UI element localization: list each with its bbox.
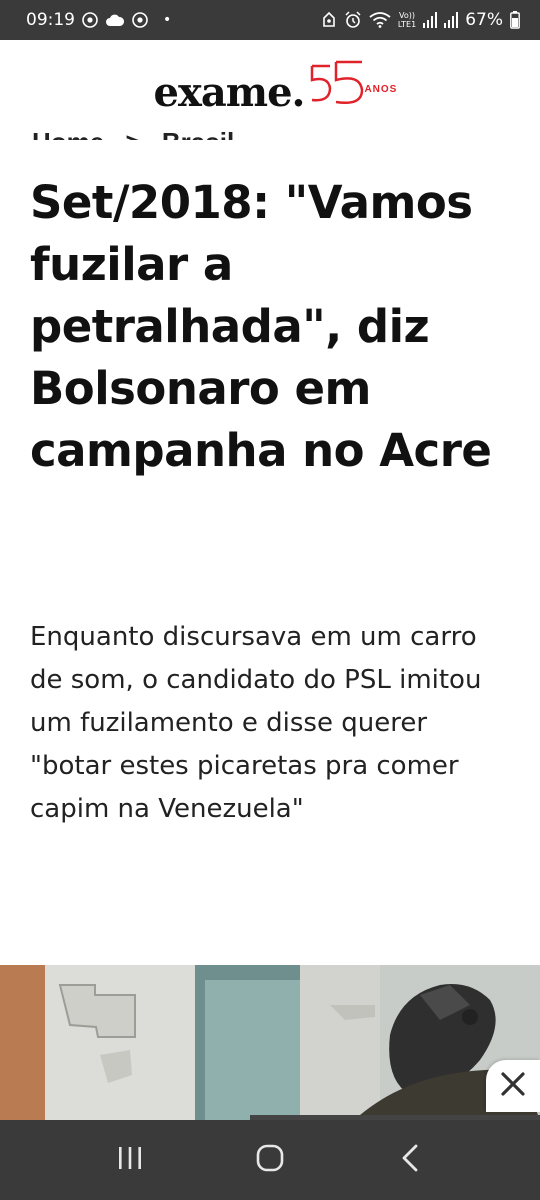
anniversary-label: ANOS: [364, 84, 398, 95]
article-subtitle: Enquanto discursava em um carro de som, …: [30, 622, 482, 824]
article-headline: Set/2018: "Vamos fuzilar a petralhada", …: [30, 176, 492, 477]
wifi-icon: [369, 12, 391, 28]
alarm-icon: [344, 11, 362, 29]
recents-icon: [117, 1146, 143, 1175]
site-header: exame. ANOS: [0, 40, 540, 120]
close-video-button[interactable]: [486, 1060, 540, 1112]
chrome-icon: [82, 12, 98, 28]
home-icon: [256, 1144, 284, 1177]
battery-icon: [510, 11, 520, 29]
volte-bottom: LTE1: [397, 20, 417, 29]
volte-indicator: Vo)) LTE1: [398, 11, 416, 29]
logo-text: exame.: [153, 69, 306, 116]
status-bar: 09:19 • Vo)) LTE1 67%: [0, 0, 540, 40]
back-button[interactable]: [380, 1130, 440, 1190]
exame-logo[interactable]: exame. ANOS: [154, 50, 396, 116]
status-time: 09:19: [26, 10, 75, 30]
breadcrumb-separator: >: [125, 127, 140, 140]
status-left: 09:19 •: [26, 10, 171, 30]
signal-icon: [423, 12, 438, 28]
anniversary-badge: ANOS: [306, 50, 396, 106]
breadcrumb-section[interactable]: Brasil: [162, 127, 234, 140]
volte-top: Vo)): [399, 11, 415, 20]
chrome-icon-2: [132, 12, 148, 28]
video-thumbnail-image: [0, 965, 540, 1120]
status-right: Vo)) LTE1 67%: [321, 10, 520, 30]
article-video[interactable]: [0, 965, 540, 1120]
recents-button[interactable]: [100, 1130, 160, 1190]
battery-percent: 67%: [465, 10, 503, 30]
breadcrumb-home[interactable]: Home: [32, 127, 104, 140]
notification-dot: •: [163, 12, 172, 28]
system-navigation-bar: [0, 1120, 540, 1200]
vpn-key-icon: [321, 11, 337, 29]
home-button[interactable]: [240, 1130, 300, 1190]
back-icon: [401, 1144, 419, 1177]
close-icon: [500, 1071, 526, 1102]
cloud-icon: [105, 13, 125, 27]
signal-icon-2: [444, 12, 459, 28]
